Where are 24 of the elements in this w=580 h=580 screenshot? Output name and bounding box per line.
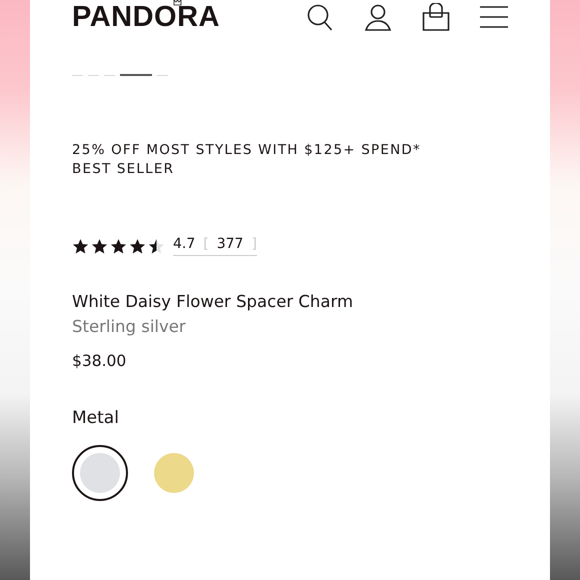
carousel-indicator[interactable] (157, 74, 168, 76)
metal-swatch[interactable] (72, 445, 128, 501)
product-name: White Daisy Flower Spacer Charm (72, 292, 354, 311)
logo[interactable]: PANDORA (72, 1, 220, 33)
product-price: $38.00 (72, 352, 128, 370)
star-icon (110, 238, 127, 254)
metal-label: Metal (72, 408, 120, 428)
carousel-indicator[interactable] (120, 74, 152, 76)
carousel-indicator[interactable] (104, 74, 115, 76)
crown-icon (173, 0, 182, 6)
promo-text: BEST SELLER (72, 160, 176, 179)
star-icon (72, 238, 89, 254)
shopping-bag-icon[interactable] (422, 3, 450, 31)
promo-text: 25% OFF MOST STYLES WITH $125+ SPEND* (72, 141, 422, 160)
carousel-indicator[interactable] (88, 74, 99, 76)
product-material: Sterling silver (72, 317, 187, 336)
reviews-link[interactable]: 4.7 [ 377 ] (173, 236, 257, 256)
star-icon (91, 238, 108, 254)
search-icon[interactable] (306, 3, 334, 31)
carousel-indicator[interactable] (72, 74, 83, 76)
star-icon (129, 238, 146, 254)
account-icon[interactable] (364, 3, 392, 31)
star-icon (148, 238, 165, 254)
menu-icon[interactable] (480, 4, 508, 30)
